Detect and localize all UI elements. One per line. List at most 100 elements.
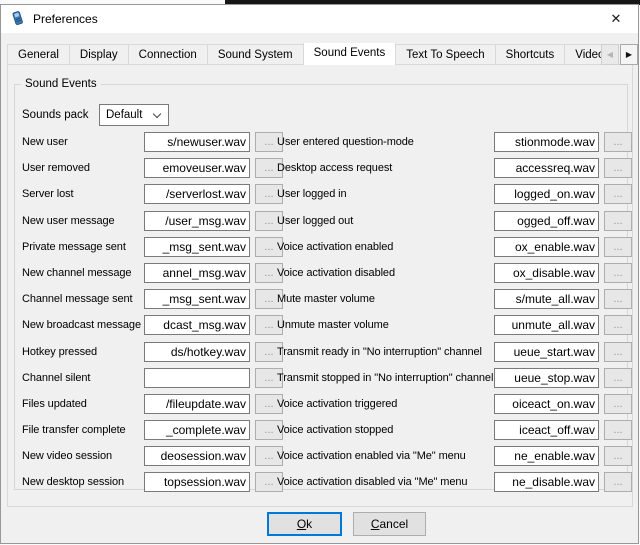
title-bar: Preferences ✕	[1, 5, 638, 33]
sound-event-label: New desktop session	[22, 470, 124, 496]
sound-file-input[interactable]	[144, 315, 250, 335]
sound-file-input[interactable]	[144, 184, 250, 204]
sound-file-input[interactable]	[494, 420, 599, 440]
sound-event-label: New broadcast message	[22, 313, 141, 339]
sound-file-input[interactable]	[494, 263, 599, 283]
sound-event-row: File transfer complete ...	[22, 418, 290, 444]
sound-event-row: New desktop session ...	[22, 470, 290, 496]
app-icon	[10, 10, 26, 26]
sound-event-row: User logged in ...	[277, 182, 625, 208]
sound-file-input[interactable]	[144, 446, 250, 466]
sound-event-label: New channel message	[22, 261, 131, 287]
arrow-left-icon: ◀	[607, 50, 613, 59]
browse-button[interactable]: ...	[604, 315, 632, 335]
ok-button-label: Ok	[269, 517, 340, 531]
sound-event-row: Voice activation disabled via "Me" menu …	[277, 470, 625, 496]
tab-display[interactable]: Display	[70, 44, 129, 65]
browse-button[interactable]: ...	[604, 132, 632, 152]
sound-event-row: Server lost ...	[22, 182, 290, 208]
sound-event-label: Hotkey pressed	[22, 340, 97, 366]
tab-general[interactable]: General	[7, 44, 70, 65]
sound-event-label: Voice activation triggered	[277, 392, 397, 418]
sound-event-row: Files updated ...	[22, 392, 290, 418]
sound-event-row: Unmute master volume ...	[277, 313, 625, 339]
cancel-button[interactable]: Cancel	[353, 512, 426, 536]
tab-connection[interactable]: Connection	[129, 44, 208, 65]
sound-event-row: New video session ...	[22, 444, 290, 470]
sound-event-label: New user	[22, 130, 68, 156]
browse-button[interactable]: ...	[604, 263, 632, 283]
tab-scroll-left-button[interactable]: ◀	[601, 44, 619, 65]
browse-button[interactable]: ...	[604, 237, 632, 257]
sound-event-label: User logged out	[277, 209, 353, 235]
tab-text-to-speech[interactable]: Text To Speech	[396, 44, 495, 65]
sound-file-input[interactable]	[144, 263, 250, 283]
sound-event-row: Voice activation triggered ...	[277, 392, 625, 418]
sound-file-input[interactable]	[144, 342, 250, 362]
sound-file-input[interactable]	[494, 472, 599, 492]
sound-event-row: New channel message ...	[22, 261, 290, 287]
browse-button[interactable]: ...	[604, 394, 632, 414]
sound-event-row: Channel silent ...	[22, 366, 290, 392]
sound-event-label: User entered question-mode	[277, 130, 414, 156]
sound-file-input[interactable]	[144, 289, 250, 309]
sound-file-input[interactable]	[144, 237, 250, 257]
browse-button[interactable]: ...	[604, 184, 632, 204]
cancel-button-label: Cancel	[354, 517, 425, 531]
sound-file-input[interactable]	[144, 420, 250, 440]
browse-button[interactable]: ...	[604, 446, 632, 466]
browse-button[interactable]: ...	[604, 211, 632, 231]
sound-file-input[interactable]	[144, 472, 250, 492]
sound-event-label: Files updated	[22, 392, 87, 418]
sound-event-label: User logged in	[277, 182, 347, 208]
sound-event-label: User removed	[22, 156, 90, 182]
sound-event-row: User removed ...	[22, 156, 290, 182]
sound-event-row: Mute master volume ...	[277, 287, 625, 313]
browse-button[interactable]: ...	[604, 368, 632, 388]
sound-file-input[interactable]	[494, 289, 599, 309]
sound-event-label: Voice activation disabled	[277, 261, 395, 287]
sound-file-input[interactable]	[144, 158, 250, 178]
sound-file-input[interactable]	[494, 342, 599, 362]
sound-file-input[interactable]	[494, 368, 599, 388]
tab-sound-events[interactable]: Sound Events	[303, 43, 397, 65]
browse-button[interactable]: ...	[604, 342, 632, 362]
sound-file-input[interactable]	[494, 237, 599, 257]
sound-event-row: Transmit stopped in "No interruption" ch…	[277, 366, 625, 392]
browse-button[interactable]: ...	[604, 472, 632, 492]
tab-shortcuts[interactable]: Shortcuts	[496, 44, 566, 65]
sound-event-label: Private message sent	[22, 235, 126, 261]
sound-event-row: Private message sent ...	[22, 235, 290, 261]
sound-file-input[interactable]	[144, 394, 250, 414]
sounds-pack-row: Sounds pack Default	[22, 104, 169, 126]
close-icon[interactable]: ✕	[607, 10, 625, 28]
sound-event-label: Transmit ready in "No interruption" chan…	[277, 340, 482, 366]
tab-sound-system[interactable]: Sound System	[208, 44, 304, 65]
sound-event-row: Voice activation stopped ...	[277, 418, 625, 444]
tab-bar: GeneralDisplayConnectionSound SystemSoun…	[7, 43, 637, 65]
tab-content-pane: Sound Events Sounds pack Default New use…	[7, 64, 633, 507]
sound-events-group: Sound Events Sounds pack Default New use…	[14, 78, 628, 490]
sound-file-input[interactable]	[494, 184, 599, 204]
ok-button[interactable]: Ok	[267, 512, 342, 536]
sound-file-input[interactable]	[494, 211, 599, 231]
sound-file-input[interactable]	[144, 368, 250, 388]
sound-file-input[interactable]	[494, 394, 599, 414]
sound-file-input[interactable]	[494, 446, 599, 466]
sound-file-input[interactable]	[144, 132, 250, 152]
sound-event-row: User entered question-mode ...	[277, 130, 625, 156]
browse-button[interactable]: ...	[604, 420, 632, 440]
sound-file-input[interactable]	[494, 158, 599, 178]
sound-file-input[interactable]	[494, 132, 599, 152]
sound-event-label: Desktop access request	[277, 156, 392, 182]
sound-event-label: New video session	[22, 444, 112, 470]
sound-file-input[interactable]	[494, 315, 599, 335]
browse-button[interactable]: ...	[604, 289, 632, 309]
sounds-pack-select[interactable]: Default	[99, 104, 169, 126]
sound-event-label: Channel silent	[22, 366, 90, 392]
chevron-down-icon	[153, 110, 161, 118]
browse-button[interactable]: ...	[604, 158, 632, 178]
sound-event-row: Channel message sent ...	[22, 287, 290, 313]
tab-scroll-right-button[interactable]: ▶	[620, 44, 638, 65]
sound-file-input[interactable]	[144, 211, 250, 231]
